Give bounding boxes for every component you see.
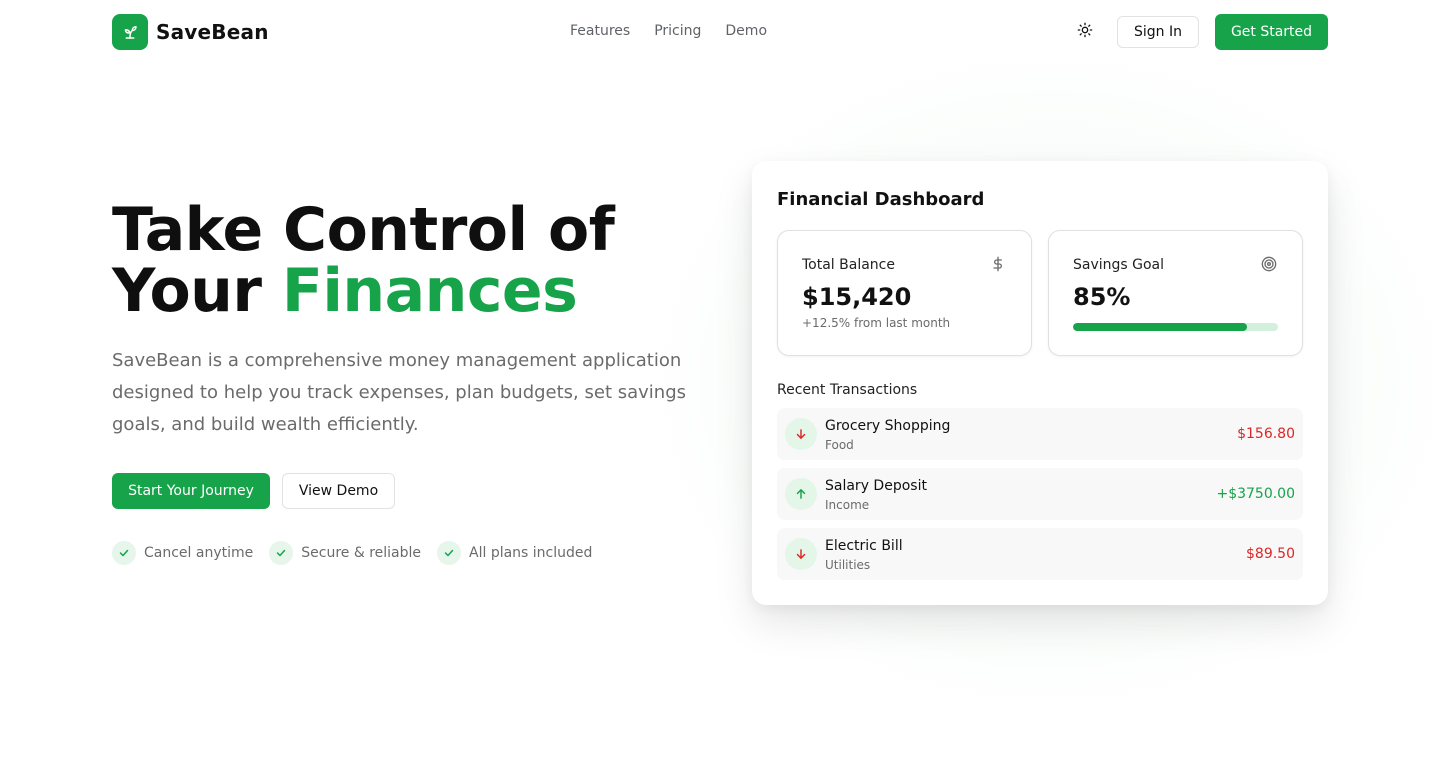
sun-icon <box>1077 22 1093 42</box>
total-balance-value: $15,420 <box>802 283 912 311</box>
main-nav: Features Pricing Demo <box>570 23 767 39</box>
check-icon <box>112 541 136 565</box>
feature-label: All plans included <box>469 545 593 561</box>
site-header: SaveBean Features Pricing Demo Sign In G… <box>0 0 1440 64</box>
brand-name: SaveBean <box>156 20 269 44</box>
feature-label: Cancel anytime <box>144 545 254 561</box>
savings-goal-value: 85% <box>1073 283 1131 311</box>
transaction-category: Food <box>825 438 854 452</box>
hero-description: SaveBean is a comprehensive money manage… <box>112 350 687 435</box>
start-journey-button[interactable]: Start Your Journey <box>112 473 270 509</box>
arrow-up-icon <box>785 478 817 510</box>
hero-title-line2: Your <box>112 256 282 326</box>
get-started-button[interactable]: Get Started <box>1215 14 1328 50</box>
total-balance-label: Total Balance <box>802 257 895 273</box>
view-demo-button[interactable]: View Demo <box>282 473 395 509</box>
check-icon <box>269 541 294 565</box>
total-balance-card: Total Balance $15,420 +12.5% from last m… <box>777 230 1032 356</box>
transaction-amount: $89.50 <box>1246 546 1295 562</box>
financial-dashboard-card: Financial Dashboard Total Balance $15,42… <box>752 161 1328 605</box>
theme-toggle-button[interactable] <box>1072 19 1098 45</box>
arrow-down-icon <box>785 538 817 570</box>
savings-progress-fill <box>1073 323 1248 331</box>
savings-goal-label: Savings Goal <box>1073 257 1165 273</box>
transaction-name: Electric Bill <box>825 538 903 554</box>
hero-title-accent: Finances <box>281 256 578 326</box>
check-icon <box>437 541 462 565</box>
dollar-icon <box>989 255 1007 273</box>
savings-goal-card: Savings Goal 85% <box>1048 230 1303 356</box>
total-balance-change: +12.5% from last month <box>802 316 951 330</box>
sprout-icon <box>112 14 148 50</box>
nav-features[interactable]: Features <box>570 23 630 39</box>
transaction-category: Utilities <box>825 558 871 572</box>
feature-item: All plans included <box>437 541 592 565</box>
hero-title: Take Control of Your Finances <box>112 200 615 322</box>
transaction-row[interactable]: Salary Deposit Income +$3750.00 <box>777 468 1303 520</box>
transaction-row[interactable]: Grocery Shopping Food $156.80 <box>777 408 1303 460</box>
transaction-category: Income <box>825 498 870 512</box>
transaction-name: Grocery Shopping <box>825 418 951 434</box>
brand-logo[interactable]: SaveBean <box>112 14 269 50</box>
sign-in-button[interactable]: Sign In <box>1117 16 1199 48</box>
recent-transactions-label: Recent Transactions <box>777 382 918 398</box>
target-icon <box>1260 255 1278 273</box>
nav-pricing[interactable]: Pricing <box>654 23 701 39</box>
transaction-list: Grocery Shopping Food $156.80 Salary Dep… <box>777 408 1303 588</box>
transaction-name: Salary Deposit <box>825 478 927 494</box>
savings-progress-bar <box>1073 323 1278 331</box>
hero-title-line1: Take Control of <box>112 195 615 265</box>
nav-demo[interactable]: Demo <box>725 23 767 39</box>
feature-list: Cancel anytime Secure & reliable All pla… <box>112 541 592 565</box>
arrow-down-icon <box>785 418 817 450</box>
feature-label: Secure & reliable <box>301 545 422 561</box>
transaction-row[interactable]: Electric Bill Utilities $89.50 <box>777 528 1303 580</box>
feature-item: Cancel anytime <box>112 541 253 565</box>
dashboard-title: Financial Dashboard <box>777 189 985 210</box>
transaction-amount: $156.80 <box>1237 426 1295 442</box>
feature-item: Secure & reliable <box>269 541 421 565</box>
transaction-amount: +$3750.00 <box>1216 486 1295 502</box>
